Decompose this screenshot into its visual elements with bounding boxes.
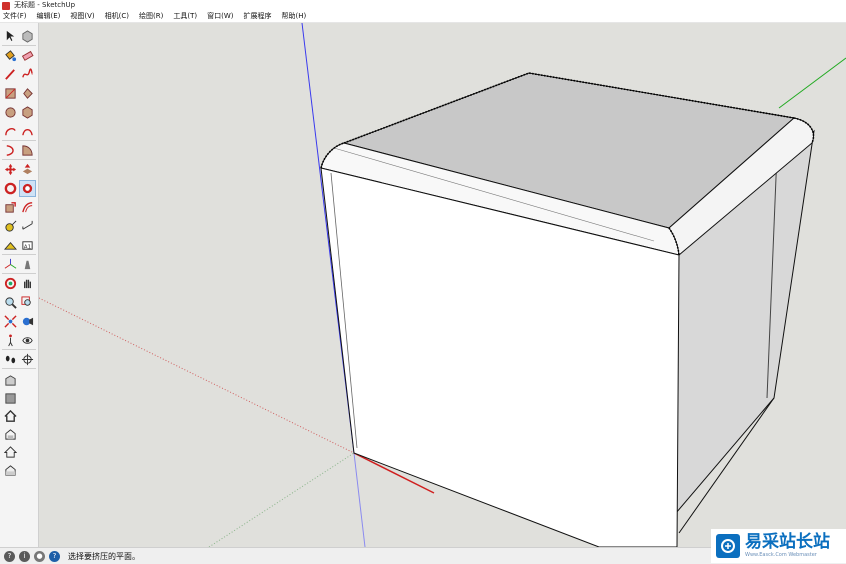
menu-tools[interactable]: 工具(T) xyxy=(170,11,200,22)
window-title: 无标题 - SketchUp xyxy=(14,1,76,9)
scale-icon[interactable] xyxy=(3,200,18,215)
rectangle-icon[interactable] xyxy=(3,86,18,101)
freehand-icon[interactable] xyxy=(20,67,35,82)
title-bar: 无标题 - SketchUp xyxy=(0,0,846,11)
rotate-icon[interactable] xyxy=(3,181,18,196)
menu-view[interactable]: 视图(V) xyxy=(67,11,97,22)
orbit-icon[interactable] xyxy=(3,276,18,291)
menu-window[interactable]: 窗口(W) xyxy=(204,11,236,22)
circle-icon[interactable] xyxy=(3,105,18,120)
red-axis-dotted xyxy=(39,297,355,454)
geo-location-icon[interactable]: ? xyxy=(4,550,15,562)
menu-file[interactable]: 文件(F) xyxy=(0,11,30,22)
pan-icon[interactable] xyxy=(20,276,35,291)
extension-warehouse-icon[interactable] xyxy=(3,391,18,406)
menu-help[interactable]: 帮助(H) xyxy=(278,11,309,22)
push-pull-icon[interactable] xyxy=(20,162,35,177)
rotated-rectangle-icon[interactable] xyxy=(20,86,35,101)
3d-scene[interactable] xyxy=(39,23,846,547)
toolbar-separator xyxy=(2,368,36,369)
arc-icon[interactable] xyxy=(3,124,18,139)
home-view-icon[interactable] xyxy=(3,409,18,424)
zoom-icon[interactable] xyxy=(3,295,18,310)
move-icon[interactable] xyxy=(3,162,18,177)
toolbar-separator xyxy=(2,159,36,160)
section-plane-icon[interactable] xyxy=(20,352,35,367)
3d-text-icon[interactable] xyxy=(20,257,35,272)
three-point-arc-icon[interactable] xyxy=(3,143,18,158)
green-axis-dotted xyxy=(208,452,355,547)
svg-text:A1: A1 xyxy=(24,244,32,250)
modeling-viewport[interactable] xyxy=(39,23,846,547)
toolbar-separator xyxy=(2,140,36,141)
toolbar-separator xyxy=(2,254,36,255)
make-component-icon[interactable] xyxy=(20,29,35,44)
footprints-icon[interactable] xyxy=(3,352,18,367)
line-pencil-icon[interactable] xyxy=(3,67,18,82)
house-side-icon[interactable] xyxy=(3,463,18,478)
two-point-arc-icon[interactable] xyxy=(20,124,35,139)
front-view-icon[interactable] xyxy=(3,427,18,442)
green-axis xyxy=(778,57,846,109)
toolbar-separator xyxy=(2,273,36,274)
menu-edit[interactable]: 编辑(E) xyxy=(34,11,64,22)
paint-bucket-icon[interactable] xyxy=(3,48,18,63)
walk-icon[interactable] xyxy=(3,333,18,348)
tape-measure-icon[interactable] xyxy=(3,219,18,234)
large-tool-set-toolbar: A1 xyxy=(0,23,39,547)
toolbar-separator xyxy=(2,45,36,46)
warehouse-icon[interactable] xyxy=(3,373,18,388)
look-around-icon[interactable] xyxy=(20,333,35,348)
help-icon[interactable]: ? xyxy=(49,550,60,562)
sketchup-app-icon xyxy=(2,1,10,10)
watermark: 易采站长站 Www.Easck.Com Webmaster xyxy=(711,529,846,563)
watermark-sub-text: Www.Easck.Com Webmaster xyxy=(745,552,817,558)
menu-extensions[interactable]: 扩展程序 xyxy=(240,11,274,22)
watermark-main-text: 易采站长站 xyxy=(745,532,830,552)
dimension-icon[interactable] xyxy=(20,219,35,234)
blue-axis-hidden xyxy=(353,452,366,547)
position-camera-icon[interactable] xyxy=(20,314,35,329)
zoom-window-icon[interactable] xyxy=(20,295,35,310)
select-arrow-icon[interactable] xyxy=(3,29,18,44)
status-message: 选择要挤压的平面。 xyxy=(68,551,140,561)
menu-bar: 文件(F) 编辑(E) 视图(V) 相机(C) 绘图(R) 工具(T) 窗口(W… xyxy=(0,11,846,23)
axes-icon[interactable] xyxy=(3,257,18,272)
menu-camera[interactable]: 相机(C) xyxy=(102,11,132,22)
toolbar-separator xyxy=(2,349,36,350)
offset-icon[interactable] xyxy=(20,200,35,215)
protractor-icon[interactable] xyxy=(3,238,18,253)
zoom-extents-icon[interactable] xyxy=(3,314,18,329)
house-outline-icon[interactable] xyxy=(3,445,18,460)
watermark-logo-icon xyxy=(716,534,740,558)
user-icon[interactable]: ● xyxy=(34,550,45,562)
text-icon[interactable]: A1 xyxy=(20,238,35,253)
polygon-icon[interactable] xyxy=(20,105,35,120)
follow-me-icon[interactable] xyxy=(19,180,36,197)
menu-draw[interactable]: 绘图(R) xyxy=(136,11,166,22)
eraser-icon[interactable] xyxy=(20,48,35,63)
credits-icon[interactable]: i xyxy=(19,550,30,562)
pie-icon[interactable] xyxy=(20,143,35,158)
